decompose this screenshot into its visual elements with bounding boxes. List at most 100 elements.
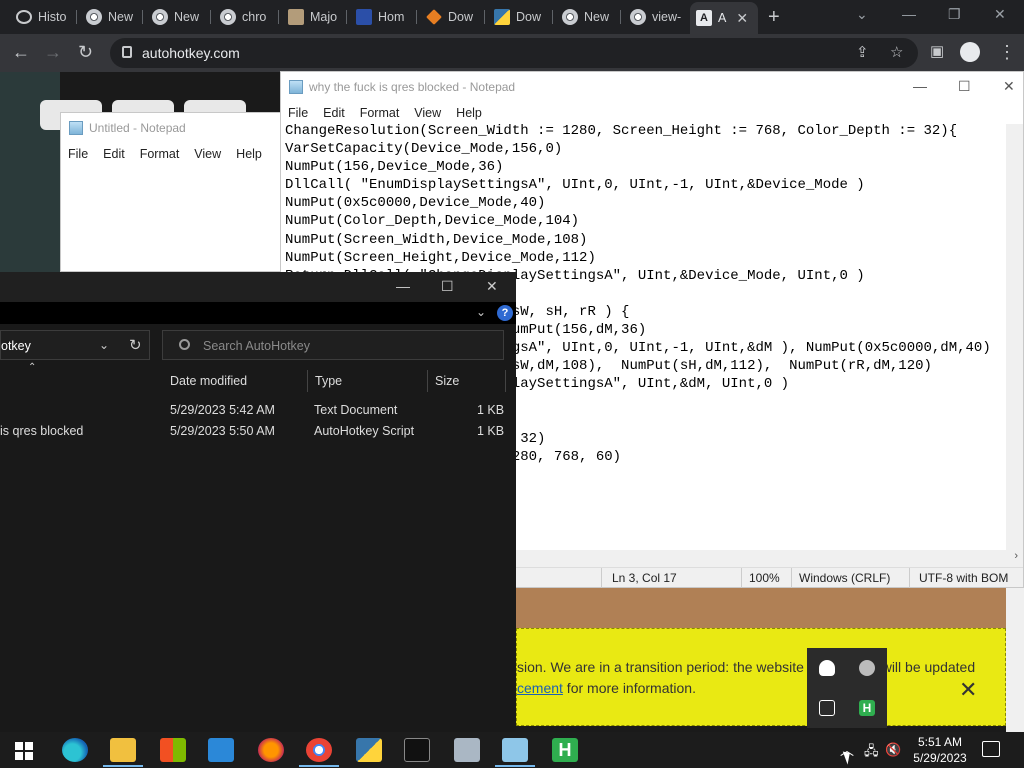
maximize-button[interactable]: ☐	[441, 278, 454, 295]
share-icon[interactable]: ⇪	[856, 43, 869, 61]
window-icon[interactable]	[819, 700, 835, 716]
close-button[interactable]: ✕	[486, 278, 498, 295]
back-icon[interactable]: ←	[12, 42, 30, 63]
search-box[interactable]: Search AutoHotkey	[162, 330, 504, 360]
menu-edit[interactable]: Edit	[323, 106, 345, 120]
banner-line-2: for more information.	[562, 680, 696, 696]
text-line: NumPut(Screen_Height,Device_Mode,112)	[285, 249, 596, 266]
site-icon	[356, 9, 372, 25]
new-tab-button[interactable]: +	[768, 6, 780, 29]
tab-chrome[interactable]: chro	[214, 5, 276, 29]
column-date-modified[interactable]: Date modified	[163, 370, 308, 392]
close-tab-icon[interactable]: ✕	[736, 10, 748, 27]
tab-download[interactable]: Dow	[420, 5, 482, 29]
bookmark-star-icon[interactable]: ☆	[890, 43, 903, 61]
clock[interactable]: 5:51 AM 5/29/2023	[905, 734, 975, 766]
scroll-right-icon[interactable]: ›	[1014, 550, 1018, 562]
tab-history[interactable]: Histo	[10, 5, 74, 29]
column-type[interactable]: Type	[308, 370, 428, 392]
file-size: 1 KB	[477, 403, 505, 417]
tab-label: Dow	[448, 10, 474, 24]
menu-format[interactable]: Format	[360, 106, 400, 120]
file-date: 5/29/2023 5:42 AM	[170, 403, 275, 417]
profile-avatar[interactable]	[960, 42, 980, 62]
store-icon[interactable]	[160, 738, 186, 762]
minimize-button[interactable]: —	[902, 6, 916, 22]
tab-label: New	[174, 10, 200, 24]
sort-ascending-icon[interactable]: ⌃	[28, 362, 36, 373]
terminal-icon[interactable]	[404, 738, 430, 762]
file-explorer-window[interactable]: — ☐ ✕ ⌄ ? otkey ⌄ ↻ Search AutoHotkey ⌃ …	[0, 272, 516, 732]
side-panel-icon[interactable]: ▣	[930, 42, 944, 60]
menu-help[interactable]: Help	[456, 106, 482, 120]
url-text: autohotkey.com	[142, 45, 240, 61]
window-title-bar[interactable]: why the fuck is qres blocked - Notepad	[281, 72, 1023, 102]
app-icon[interactable]	[454, 738, 480, 762]
menu-file[interactable]: File	[288, 106, 308, 120]
tab-new[interactable]: New	[146, 5, 208, 29]
python-icon[interactable]	[356, 738, 382, 762]
restore-button[interactable]: ❐	[948, 6, 961, 23]
column-size[interactable]: Size	[428, 370, 506, 392]
notifications-icon[interactable]	[982, 741, 1000, 757]
help-icon[interactable]: ?	[497, 305, 513, 321]
minimize-button[interactable]: —	[913, 78, 927, 94]
date: 5/29/2023	[913, 751, 967, 765]
close-button[interactable]: ✕	[994, 6, 1006, 23]
close-button[interactable]: ✕	[1003, 78, 1015, 95]
window-title-bar[interactable]: — ☐ ✕	[0, 272, 516, 302]
tab-new[interactable]: New	[80, 5, 140, 29]
forward-icon[interactable]: →	[44, 42, 62, 63]
autohotkey-icon[interactable]: H	[552, 738, 578, 762]
notepad-icon[interactable]	[502, 738, 528, 762]
taskbar: H ︿ 🖧 🔇 5:51 AM 5/29/2023	[0, 732, 1024, 768]
start-button[interactable]	[15, 742, 33, 760]
reload-icon[interactable]: ↻	[78, 42, 93, 63]
page-scrollbar[interactable]	[1006, 586, 1024, 732]
window-title-bar[interactable]: Untitled - Notepad	[61, 113, 289, 143]
onedrive-cloud-icon[interactable]	[859, 660, 875, 676]
file-explorer-icon[interactable]	[110, 738, 136, 762]
tab-new[interactable]: New	[556, 5, 618, 29]
tab-majo[interactable]: Majo	[282, 5, 344, 29]
menu-bar: File Edit Format View Help	[61, 143, 289, 165]
tab-python-download[interactable]: Dow	[488, 5, 550, 29]
notepad-untitled-window[interactable]: Untitled - Notepad File Edit Format View…	[60, 112, 290, 272]
chrome-icon[interactable]	[306, 738, 332, 762]
address-bar[interactable]: autohotkey.com ⇪ ☆	[110, 38, 918, 68]
menu-format[interactable]: Format	[140, 147, 180, 161]
menu-edit[interactable]: Edit	[103, 147, 125, 161]
banner-link[interactable]: cement	[517, 680, 563, 696]
banner-close-icon[interactable]: ✕	[959, 677, 977, 703]
tab-search-icon[interactable]: ⌄	[856, 6, 868, 23]
banner-line-1: sion. We are in a transition period: the…	[517, 659, 976, 675]
refresh-icon[interactable]: ↻	[129, 336, 142, 354]
minimize-button[interactable]: —	[396, 278, 410, 294]
tab-view[interactable]: view-	[624, 5, 688, 29]
file-name: is qres blocked	[0, 424, 84, 438]
tab-label: A	[718, 11, 727, 25]
text-line: DllCall( "EnumDisplaySettingsA", UInt,0,…	[285, 177, 865, 194]
menu-view[interactable]: View	[194, 147, 221, 161]
network-icon[interactable]: 🖧	[864, 742, 879, 764]
chrome-icon	[562, 9, 578, 25]
tab-label: New	[108, 10, 134, 24]
menu-kebab-icon[interactable]: ⋮	[998, 42, 1016, 63]
mail-icon[interactable]	[208, 738, 234, 762]
menu-view[interactable]: View	[414, 106, 441, 120]
volume-muted-icon[interactable]: 🔇	[885, 742, 901, 758]
edge-icon[interactable]	[62, 738, 88, 762]
tab-autohotkey-active[interactable]: A A ✕	[690, 2, 758, 34]
menu-file[interactable]: File	[68, 147, 88, 161]
tab-label: chro	[242, 10, 267, 24]
security-shield-icon[interactable]	[819, 660, 835, 676]
tab-home[interactable]: Hom	[350, 5, 414, 29]
expand-ribbon-icon[interactable]: ⌄	[476, 305, 486, 319]
address-bar[interactable]: otkey ⌄ ↻	[0, 330, 150, 360]
chevron-down-icon[interactable]: ⌄	[99, 338, 109, 352]
firefox-icon[interactable]	[258, 738, 284, 762]
vertical-scrollbar[interactable]	[1006, 124, 1023, 550]
menu-help[interactable]: Help	[236, 147, 262, 161]
autohotkey-tray-icon[interactable]: H	[859, 700, 875, 716]
maximize-button[interactable]: ☐	[958, 78, 971, 95]
